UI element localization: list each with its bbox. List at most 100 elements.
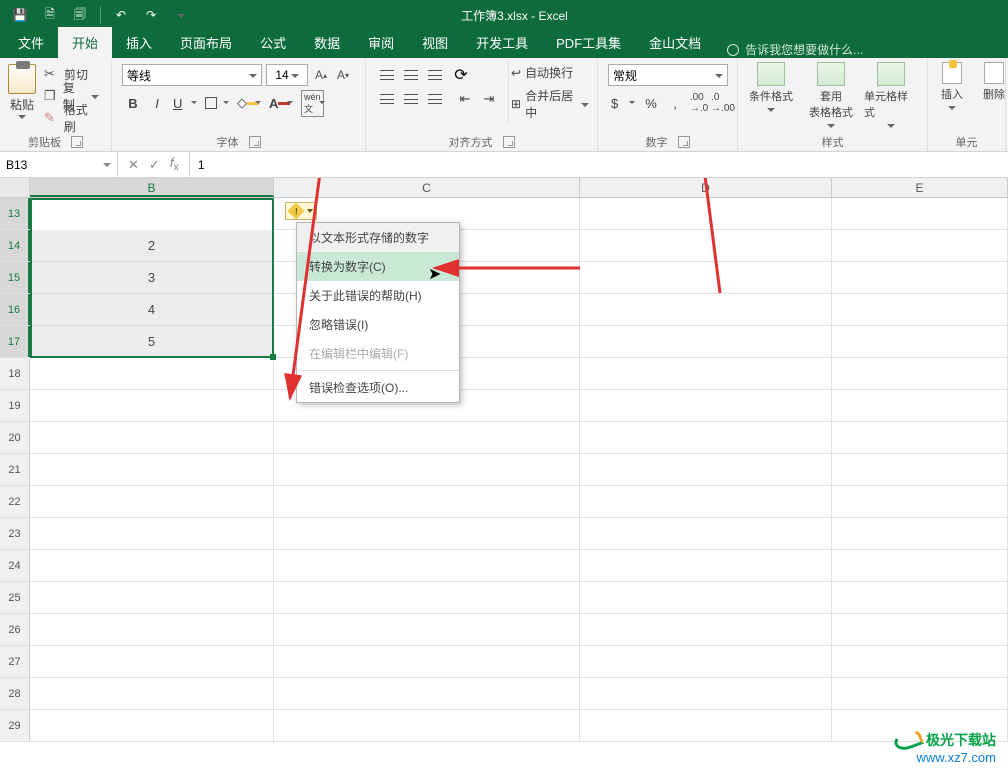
col-header-c[interactable]: C xyxy=(274,178,580,197)
tab-review[interactable]: 审阅 xyxy=(354,27,408,58)
tab-insert[interactable]: 插入 xyxy=(112,27,166,58)
error-indicator-button[interactable]: ! xyxy=(285,202,317,220)
cell[interactable] xyxy=(580,710,832,741)
cell[interactable] xyxy=(30,454,274,485)
insert-cells-button[interactable]: 插入 xyxy=(934,62,970,110)
cell[interactable]: 5 xyxy=(30,326,274,357)
tab-data[interactable]: 数据 xyxy=(300,27,354,58)
italic-button[interactable]: I xyxy=(146,92,168,114)
cell[interactable] xyxy=(274,678,580,709)
cell[interactable] xyxy=(832,614,1008,645)
cell[interactable] xyxy=(832,518,1008,549)
tell-me-box[interactable]: 告诉我您想要做什么... xyxy=(727,41,863,58)
underline-button[interactable]: U xyxy=(170,92,200,114)
cell[interactable] xyxy=(580,582,832,613)
format-as-table-button[interactable]: 套用 表格格式 xyxy=(804,62,858,128)
cell[interactable] xyxy=(30,582,274,613)
cell[interactable] xyxy=(274,454,580,485)
row-header[interactable]: 22 xyxy=(0,486,30,517)
cell[interactable]: 1 xyxy=(30,198,274,229)
cell[interactable] xyxy=(832,678,1008,709)
percent-format-button[interactable]: % xyxy=(640,92,662,114)
tab-file[interactable]: 文件 xyxy=(4,27,58,58)
row-header[interactable]: 27 xyxy=(0,646,30,677)
name-box[interactable]: B13 xyxy=(0,152,118,177)
cell[interactable] xyxy=(832,262,1008,293)
error-menu-ignore[interactable]: 忽略错误(I) xyxy=(297,310,459,339)
bold-button[interactable]: B xyxy=(122,92,144,114)
font-color-button[interactable]: A xyxy=(266,92,296,114)
align-center-button[interactable] xyxy=(400,88,422,110)
align-bottom-button[interactable] xyxy=(424,64,446,86)
align-middle-button[interactable] xyxy=(400,64,422,86)
cell[interactable] xyxy=(580,614,832,645)
fx-button[interactable]: fx xyxy=(170,155,179,174)
qat-btn-2[interactable]: 🗎 xyxy=(36,2,64,28)
enter-formula-button[interactable]: ✓ xyxy=(149,157,160,173)
cell[interactable] xyxy=(274,582,580,613)
redo-button[interactable]: ↷ xyxy=(137,2,165,28)
merge-center-button[interactable]: ⊞合并后居中 xyxy=(511,87,589,121)
decrease-indent-button[interactable]: ⇤ xyxy=(454,88,476,110)
spreadsheet-grid[interactable]: B C D E 13114215316417518192021222324252… xyxy=(0,178,1008,773)
cell[interactable] xyxy=(30,518,274,549)
cell[interactable] xyxy=(580,230,832,261)
tab-view[interactable]: 视图 xyxy=(408,27,462,58)
cell[interactable] xyxy=(30,390,274,421)
cell[interactable] xyxy=(580,518,832,549)
tab-page-layout[interactable]: 页面布局 xyxy=(166,27,246,58)
cell[interactable] xyxy=(832,326,1008,357)
row-header[interactable]: 15 xyxy=(0,262,30,293)
cell[interactable] xyxy=(30,710,274,741)
cell[interactable] xyxy=(832,390,1008,421)
cell[interactable] xyxy=(580,390,832,421)
cell[interactable] xyxy=(832,486,1008,517)
col-header-d[interactable]: D xyxy=(580,178,832,197)
row-header[interactable]: 14 xyxy=(0,230,30,261)
cell[interactable] xyxy=(274,518,580,549)
save-button[interactable]: 💾 xyxy=(6,2,34,28)
error-menu-help[interactable]: 关于此错误的帮助(H) xyxy=(297,281,459,310)
clipboard-dialog-launcher[interactable] xyxy=(71,136,83,148)
cell[interactable]: 3 xyxy=(30,262,274,293)
cell[interactable] xyxy=(832,230,1008,261)
conditional-format-button[interactable]: 条件格式 xyxy=(744,62,798,128)
cell[interactable] xyxy=(832,550,1008,581)
cell[interactable] xyxy=(30,550,274,581)
tab-developer[interactable]: 开发工具 xyxy=(462,27,542,58)
cell[interactable] xyxy=(580,454,832,485)
cell[interactable] xyxy=(580,262,832,293)
wrap-text-button[interactable]: ↩自动换行 xyxy=(511,64,589,81)
cell[interactable] xyxy=(832,198,1008,229)
cell[interactable] xyxy=(832,646,1008,677)
cell[interactable] xyxy=(832,454,1008,485)
increase-indent-button[interactable]: ⇥ xyxy=(478,88,500,110)
error-menu-options[interactable]: 错误检查选项(O)... xyxy=(297,373,459,402)
cell[interactable] xyxy=(580,294,832,325)
tab-jinshan[interactable]: 金山文档 xyxy=(635,27,715,58)
row-header[interactable]: 13 xyxy=(0,198,30,229)
row-header[interactable]: 25 xyxy=(0,582,30,613)
number-format-dropdown[interactable]: 常规 xyxy=(608,64,728,86)
undo-button[interactable]: ↶ xyxy=(107,2,135,28)
tab-home[interactable]: 开始 xyxy=(58,27,112,58)
cell[interactable] xyxy=(30,646,274,677)
row-header[interactable]: 16 xyxy=(0,294,30,325)
paste-button[interactable]: 粘贴 xyxy=(6,60,38,123)
increase-decimal-button[interactable]: .00→.0 xyxy=(688,92,710,114)
cell[interactable] xyxy=(274,550,580,581)
row-header[interactable]: 19 xyxy=(0,390,30,421)
cell[interactable] xyxy=(832,358,1008,389)
tab-pdf-tools[interactable]: PDF工具集 xyxy=(542,27,635,58)
cell[interactable] xyxy=(580,422,832,453)
row-header[interactable]: 21 xyxy=(0,454,30,485)
align-right-button[interactable] xyxy=(424,88,446,110)
cell[interactable]: 4 xyxy=(30,294,274,325)
cell[interactable] xyxy=(580,550,832,581)
decrease-font-button[interactable]: A▾ xyxy=(334,65,352,85)
error-menu-convert[interactable]: 转换为数字(C) xyxy=(297,252,459,281)
row-header[interactable]: 17 xyxy=(0,326,30,357)
cell[interactable] xyxy=(30,486,274,517)
align-left-button[interactable] xyxy=(376,88,398,110)
cell[interactable] xyxy=(580,326,832,357)
